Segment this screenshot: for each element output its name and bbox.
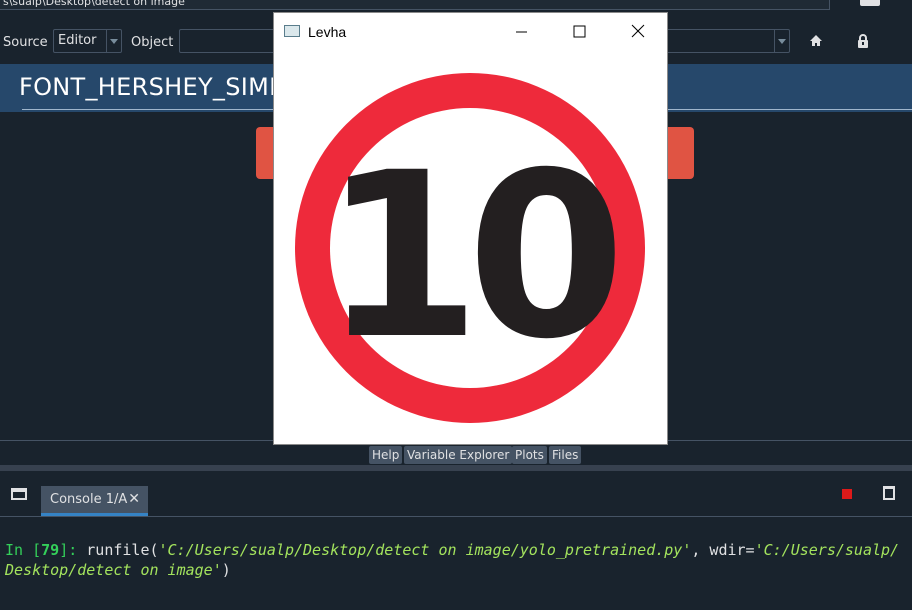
folder-icon[interactable] xyxy=(860,0,880,6)
chevron-down-icon xyxy=(774,30,789,52)
tab-console[interactable]: Console 1/A ✕ xyxy=(41,486,148,516)
console-tab-divider xyxy=(0,516,912,517)
console-line-1: In [79]: runfile('C:/Users/sualp/Desktop… xyxy=(5,541,899,559)
console-arg1: 'C:/Users/sualp/Desktop/detect on image/… xyxy=(158,541,692,559)
console-close-paren: ) xyxy=(221,561,231,579)
speed-limit-sign-image: 10 xyxy=(295,73,645,423)
working-directory-field[interactable]: s\sualp\Desktop\detect on image xyxy=(0,0,830,10)
object-label: Object xyxy=(131,35,174,50)
source-combo-value: Editor xyxy=(58,33,97,48)
maximize-icon[interactable] xyxy=(564,19,594,45)
prompt-suffix: ]: xyxy=(59,541,87,559)
console-arg2-line2: Desktop/detect on image' xyxy=(5,561,222,579)
lock-icon[interactable] xyxy=(856,34,870,48)
chevron-down-icon xyxy=(106,30,121,52)
prompt-number: 79 xyxy=(41,541,60,559)
source-combo[interactable]: Editor xyxy=(53,29,122,53)
tab-files[interactable]: Files xyxy=(549,446,582,464)
sign-number: 10 xyxy=(322,123,615,389)
console-arg2-line1: 'C:/Users/sualp/ xyxy=(754,541,900,559)
app-icon xyxy=(284,25,300,37)
trash-icon[interactable] xyxy=(883,486,895,500)
tab-help[interactable]: Help xyxy=(369,446,403,464)
console-sep: , wdir= xyxy=(691,541,755,559)
window-title: Levha xyxy=(308,24,347,40)
source-label: Source xyxy=(3,35,48,50)
home-icon[interactable] xyxy=(809,34,823,48)
console-line-2: Desktop/detect on image') xyxy=(5,561,231,579)
tab-plots[interactable]: Plots xyxy=(512,446,547,464)
console-tab-label: Console 1/A xyxy=(50,492,128,507)
console-call: runfile( xyxy=(86,541,159,559)
window-icon[interactable] xyxy=(11,488,27,500)
minimize-icon[interactable] xyxy=(506,19,536,45)
prompt-prefix: In [ xyxy=(5,541,42,559)
close-icon[interactable] xyxy=(623,19,653,45)
image-window[interactable]: Levha 10 xyxy=(273,12,668,445)
close-icon[interactable]: ✕ xyxy=(128,486,140,513)
tab-variable-explorer[interactable]: Variable Explorer xyxy=(404,446,513,464)
stop-icon[interactable] xyxy=(842,489,852,499)
